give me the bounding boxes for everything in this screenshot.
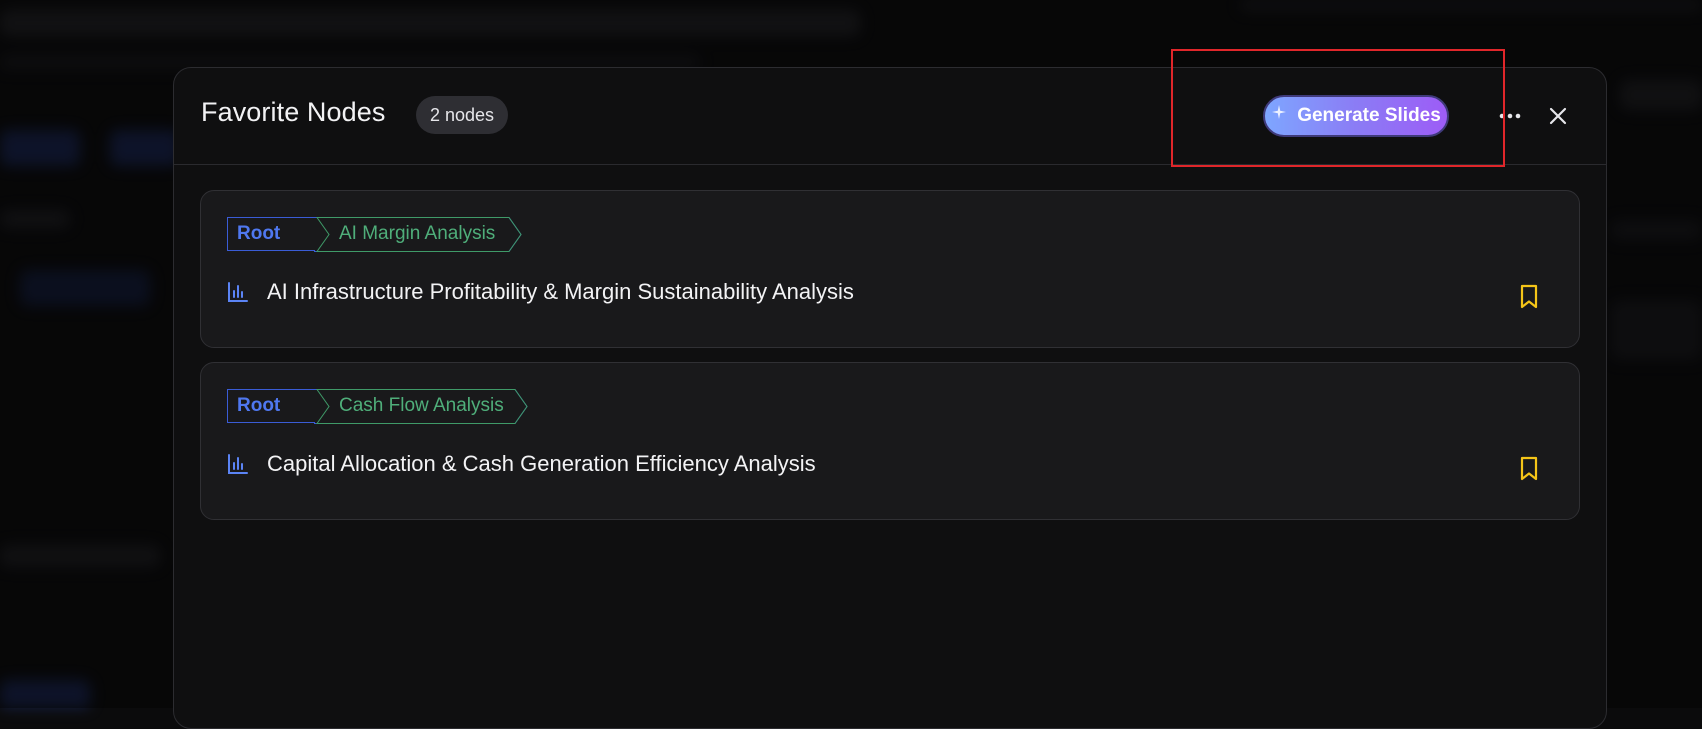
modal-header: Favorite Nodes 2 nodes Generate Slides <box>174 68 1606 165</box>
modal-title: Favorite Nodes <box>201 97 386 127</box>
sparkle-icon <box>1272 105 1287 119</box>
favorite-node-list: Root AI Margin Analysis AI Infrastructur… <box>200 190 1580 534</box>
breadcrumb-root[interactable]: Root <box>227 217 315 251</box>
breadcrumb-parent[interactable]: AI Margin Analysis <box>314 217 522 252</box>
generate-slides-label: Generate Slides <box>1297 105 1441 126</box>
favorite-nodes-modal: Favorite Nodes 2 nodes Generate Slides R… <box>173 67 1607 729</box>
node-title[interactable]: Capital Allocation & Cash Generation Eff… <box>267 451 816 477</box>
close-button[interactable] <box>1543 101 1573 131</box>
node-title-row: Capital Allocation & Cash Generation Eff… <box>227 451 816 477</box>
node-title[interactable]: AI Infrastructure Profitability & Margin… <box>267 279 854 305</box>
node-breadcrumb: Root AI Margin Analysis <box>227 217 522 253</box>
close-icon <box>1549 107 1567 125</box>
breadcrumb-parent-label: AI Margin Analysis <box>339 223 496 244</box>
generate-slides-button[interactable]: Generate Slides <box>1263 95 1449 137</box>
bar-chart-icon <box>228 454 248 474</box>
breadcrumb-root[interactable]: Root <box>227 389 315 423</box>
favorite-node-card[interactable]: Root Cash Flow Analysis Capital Allocati… <box>200 362 1580 520</box>
node-count-badge: 2 nodes <box>416 96 509 134</box>
bar-chart-icon <box>228 282 248 302</box>
breadcrumb-parent-label: Cash Flow Analysis <box>339 395 504 416</box>
favorite-node-card[interactable]: Root AI Margin Analysis AI Infrastructur… <box>200 190 1580 348</box>
more-horizontal-icon <box>1499 113 1521 119</box>
node-breadcrumb: Root Cash Flow Analysis <box>227 389 528 425</box>
breadcrumb-parent[interactable]: Cash Flow Analysis <box>314 389 528 424</box>
bookmark-icon[interactable] <box>1517 284 1541 310</box>
more-options-button[interactable] <box>1495 101 1525 131</box>
node-title-row: AI Infrastructure Profitability & Margin… <box>227 279 854 305</box>
bookmark-icon[interactable] <box>1517 456 1541 482</box>
